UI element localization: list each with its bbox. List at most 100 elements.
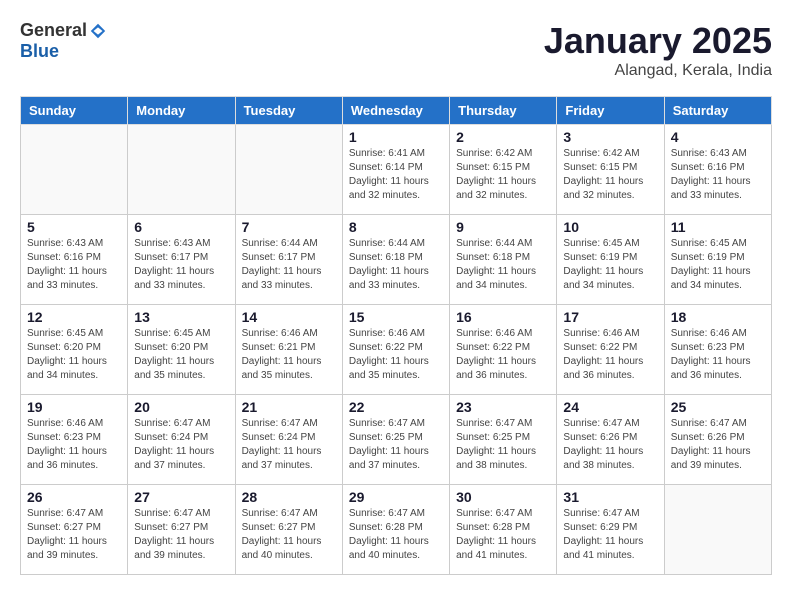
day-info: Sunrise: 6:46 AMSunset: 6:22 PMDaylight:… xyxy=(456,327,550,383)
logo-general: General xyxy=(20,20,87,41)
day-info: Sunrise: 6:43 AMSunset: 6:16 PMDaylight:… xyxy=(27,237,121,293)
day-number: 24 xyxy=(563,399,657,415)
day-header-sunday: Sunday xyxy=(21,97,128,125)
calendar-cell: 15 Sunrise: 6:46 AMSunset: 6:22 PMDayligh… xyxy=(342,305,449,395)
calendar-cell: 24 Sunrise: 6:47 AMSunset: 6:26 PMDayligh… xyxy=(557,395,664,485)
day-info: Sunrise: 6:43 AMSunset: 6:17 PMDaylight:… xyxy=(134,237,228,293)
logo: General Blue xyxy=(20,20,109,62)
day-header-thursday: Thursday xyxy=(450,97,557,125)
calendar-cell: 6 Sunrise: 6:43 AMSunset: 6:17 PMDaylight… xyxy=(128,215,235,305)
calendar-cell: 28 Sunrise: 6:47 AMSunset: 6:27 PMDayligh… xyxy=(235,485,342,575)
day-number: 25 xyxy=(671,399,765,415)
week-row-5: 26 Sunrise: 6:47 AMSunset: 6:27 PMDayligh… xyxy=(21,485,772,575)
page-header: General Blue January 2025 Alangad, Keral… xyxy=(20,20,772,80)
calendar-cell: 2 Sunrise: 6:42 AMSunset: 6:15 PMDaylight… xyxy=(450,125,557,215)
day-info: Sunrise: 6:47 AMSunset: 6:27 PMDaylight:… xyxy=(242,507,336,563)
day-number: 30 xyxy=(456,489,550,505)
day-info: Sunrise: 6:44 AMSunset: 6:17 PMDaylight:… xyxy=(242,237,336,293)
day-number: 12 xyxy=(27,309,121,325)
day-header-tuesday: Tuesday xyxy=(235,97,342,125)
day-info: Sunrise: 6:47 AMSunset: 6:27 PMDaylight:… xyxy=(27,507,121,563)
day-info: Sunrise: 6:47 AMSunset: 6:25 PMDaylight:… xyxy=(349,417,443,473)
calendar-cell xyxy=(235,125,342,215)
day-number: 14 xyxy=(242,309,336,325)
day-number: 19 xyxy=(27,399,121,415)
day-number: 20 xyxy=(134,399,228,415)
month-title: January 2025 xyxy=(544,20,772,62)
calendar-cell: 1Sunrise: 6:41 AMSunset: 6:14 PMDaylight… xyxy=(342,125,449,215)
day-number: 6 xyxy=(134,219,228,235)
calendar-cell: 20 Sunrise: 6:47 AMSunset: 6:24 PMDayligh… xyxy=(128,395,235,485)
day-number: 8 xyxy=(349,219,443,235)
day-info: Sunrise: 6:45 AMSunset: 6:20 PMDaylight:… xyxy=(134,327,228,383)
calendar-cell: 21 Sunrise: 6:47 AMSunset: 6:24 PMDayligh… xyxy=(235,395,342,485)
calendar-table: SundayMondayTuesdayWednesdayThursdayFrid… xyxy=(20,96,772,575)
day-info: Sunrise: 6:42 AMSunset: 6:15 PMDaylight:… xyxy=(456,147,550,203)
day-number: 31 xyxy=(563,489,657,505)
day-info: Sunrise: 6:46 AMSunset: 6:22 PMDaylight:… xyxy=(563,327,657,383)
calendar-cell: 29Sunrise: 6:47 AMSunset: 6:28 PMDayligh… xyxy=(342,485,449,575)
week-row-4: 19 Sunrise: 6:46 AMSunset: 6:23 PMDayligh… xyxy=(21,395,772,485)
calendar-cell xyxy=(21,125,128,215)
day-number: 15 xyxy=(349,309,443,325)
day-info: Sunrise: 6:44 AMSunset: 6:18 PMDaylight:… xyxy=(456,237,550,293)
calendar-cell: 16 Sunrise: 6:46 AMSunset: 6:22 PMDayligh… xyxy=(450,305,557,395)
day-info: Sunrise: 6:47 AMSunset: 6:24 PMDaylight:… xyxy=(242,417,336,473)
calendar-cell: 10 Sunrise: 6:45 AMSunset: 6:19 PMDayligh… xyxy=(557,215,664,305)
calendar-cell: 12Sunrise: 6:45 AMSunset: 6:20 PMDayligh… xyxy=(21,305,128,395)
day-number: 21 xyxy=(242,399,336,415)
day-info: Sunrise: 6:45 AMSunset: 6:19 PMDaylight:… xyxy=(671,237,765,293)
calendar-cell: 3 Sunrise: 6:42 AMSunset: 6:15 PMDaylight… xyxy=(557,125,664,215)
week-row-2: 5 Sunrise: 6:43 AMSunset: 6:16 PMDaylight… xyxy=(21,215,772,305)
day-info: Sunrise: 6:47 AMSunset: 6:28 PMDaylight:… xyxy=(456,507,550,563)
calendar-cell xyxy=(664,485,771,575)
calendar-cell: 13 Sunrise: 6:45 AMSunset: 6:20 PMDayligh… xyxy=(128,305,235,395)
day-info: Sunrise: 6:45 AMSunset: 6:19 PMDaylight:… xyxy=(563,237,657,293)
calendar-cell: 11Sunrise: 6:45 AMSunset: 6:19 PMDayligh… xyxy=(664,215,771,305)
day-info: Sunrise: 6:47 AMSunset: 6:24 PMDaylight:… xyxy=(134,417,228,473)
day-number: 9 xyxy=(456,219,550,235)
day-info: Sunrise: 6:46 AMSunset: 6:22 PMDaylight:… xyxy=(349,327,443,383)
title-block: January 2025 Alangad, Kerala, India xyxy=(544,20,772,80)
day-number: 26 xyxy=(27,489,121,505)
day-info: Sunrise: 6:42 AMSunset: 6:15 PMDaylight:… xyxy=(563,147,657,203)
calendar-cell: 17 Sunrise: 6:46 AMSunset: 6:22 PMDayligh… xyxy=(557,305,664,395)
day-info: Sunrise: 6:46 AMSunset: 6:23 PMDaylight:… xyxy=(27,417,121,473)
day-info: Sunrise: 6:44 AMSunset: 6:18 PMDaylight:… xyxy=(349,237,443,293)
day-number: 3 xyxy=(563,129,657,145)
day-number: 16 xyxy=(456,309,550,325)
day-number: 2 xyxy=(456,129,550,145)
calendar-cell: 22 Sunrise: 6:47 AMSunset: 6:25 PMDayligh… xyxy=(342,395,449,485)
day-info: Sunrise: 6:47 AMSunset: 6:26 PMDaylight:… xyxy=(563,417,657,473)
day-info: Sunrise: 6:46 AMSunset: 6:23 PMDaylight:… xyxy=(671,327,765,383)
week-row-1: 1Sunrise: 6:41 AMSunset: 6:14 PMDaylight… xyxy=(21,125,772,215)
day-number: 18 xyxy=(671,309,765,325)
day-info: Sunrise: 6:46 AMSunset: 6:21 PMDaylight:… xyxy=(242,327,336,383)
calendar-cell: 26 Sunrise: 6:47 AMSunset: 6:27 PMDayligh… xyxy=(21,485,128,575)
day-number: 10 xyxy=(563,219,657,235)
day-info: Sunrise: 6:43 AMSunset: 6:16 PMDaylight:… xyxy=(671,147,765,203)
calendar-cell: 4 Sunrise: 6:43 AMSunset: 6:16 PMDaylight… xyxy=(664,125,771,215)
day-number: 1 xyxy=(349,129,443,145)
calendar-cell: 9 Sunrise: 6:44 AMSunset: 6:18 PMDaylight… xyxy=(450,215,557,305)
calendar-cell: 7Sunrise: 6:44 AMSunset: 6:17 PMDaylight… xyxy=(235,215,342,305)
day-number: 27 xyxy=(134,489,228,505)
day-number: 29 xyxy=(349,489,443,505)
day-number: 22 xyxy=(349,399,443,415)
week-row-3: 12 Sunrise: 6:45 AMSunset: 6:20 PMDayligh… xyxy=(21,305,772,395)
day-number: 17 xyxy=(563,309,657,325)
calendar-cell: 25Sunrise: 6:47 AMSunset: 6:26 PMDayligh… xyxy=(664,395,771,485)
day-number: 4 xyxy=(671,129,765,145)
calendar-cell: 5 Sunrise: 6:43 AMSunset: 6:16 PMDaylight… xyxy=(21,215,128,305)
day-number: 28 xyxy=(242,489,336,505)
location-subtitle: Alangad, Kerala, India xyxy=(544,62,772,80)
calendar-header-row: SundayMondayTuesdayWednesdayThursdayFrid… xyxy=(21,97,772,125)
calendar-cell: 23Sunrise: 6:47 AMSunset: 6:25 PMDayligh… xyxy=(450,395,557,485)
day-info: Sunrise: 6:47 AMSunset: 6:29 PMDaylight:… xyxy=(563,507,657,563)
day-number: 5 xyxy=(27,219,121,235)
day-number: 13 xyxy=(134,309,228,325)
calendar-cell: 19 Sunrise: 6:46 AMSunset: 6:23 PMDayligh… xyxy=(21,395,128,485)
day-info: Sunrise: 6:47 AMSunset: 6:25 PMDaylight:… xyxy=(456,417,550,473)
calendar-cell: 14 Sunrise: 6:46 AMSunset: 6:21 PMDayligh… xyxy=(235,305,342,395)
day-info: Sunrise: 6:47 AMSunset: 6:27 PMDaylight:… xyxy=(134,507,228,563)
